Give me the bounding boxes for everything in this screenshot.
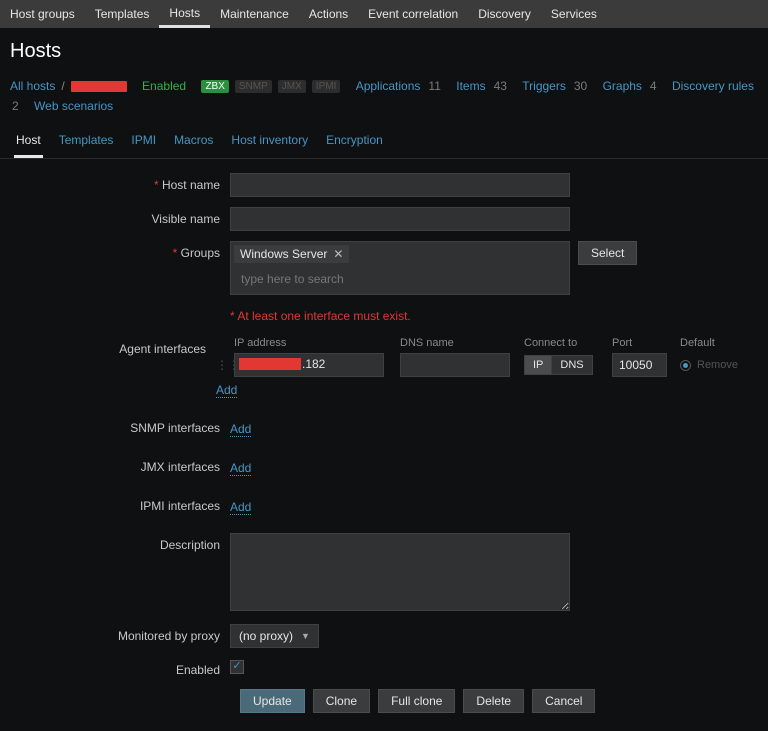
subtabs: Host Templates IPMI Macros Host inventor… [0, 123, 768, 159]
crumb-applications[interactable]: Applications [356, 79, 421, 93]
iface-head-port: Port [612, 337, 674, 349]
proxy-value: (no proxy) [239, 629, 293, 643]
update-button[interactable]: Update [240, 689, 305, 713]
tab-host[interactable]: Host [14, 129, 43, 158]
label-enabled: Enabled [10, 658, 230, 677]
groups-search-input[interactable] [235, 268, 555, 290]
iface-head-dns: DNS name [400, 337, 518, 349]
snmp-add-link[interactable]: Add [230, 422, 251, 437]
iface-ip-suffix: .182 [302, 357, 325, 371]
badge-snmp: SNMP [235, 80, 272, 93]
label-proxy: Monitored by proxy [10, 624, 230, 643]
crumb-items[interactable]: Items [456, 79, 485, 93]
nav-services[interactable]: Services [541, 0, 607, 28]
label-ipmi-interfaces: IPMI interfaces [10, 494, 230, 513]
enabled-checkbox[interactable] [230, 660, 244, 674]
group-tag: Windows Server ✕ [234, 245, 349, 263]
badge-zbx: ZBX [201, 80, 228, 93]
tab-macros[interactable]: Macros [172, 129, 215, 158]
crumb-discovery-rules-count: 2 [12, 99, 19, 113]
label-jmx-interfaces: JMX interfaces [10, 455, 230, 474]
crumb-discovery-rules[interactable]: Discovery rules [672, 79, 754, 93]
nav-discovery[interactable]: Discovery [468, 0, 541, 28]
tab-host-inventory[interactable]: Host inventory [229, 129, 310, 158]
label-description: Description [10, 533, 230, 552]
agent-add-link[interactable]: Add [216, 383, 237, 398]
cancel-button[interactable]: Cancel [532, 689, 595, 713]
iface-row: ⋮⋮ .182 IP DNS Remove [216, 353, 758, 377]
label-agent-interfaces: Agent interfaces [10, 337, 216, 356]
nav-maintenance[interactable]: Maintenance [210, 0, 299, 28]
iface-connect-ip[interactable]: IP [524, 355, 551, 375]
iface-connect-dns[interactable]: DNS [551, 355, 592, 375]
drag-handle-icon[interactable]: ⋮⋮ [216, 358, 228, 372]
iface-remove-link: Remove [697, 359, 738, 371]
delete-button[interactable]: Delete [463, 689, 524, 713]
page-title: Hosts [0, 28, 768, 75]
crumb-triggers-count: 30 [574, 79, 587, 93]
nav-event-correlation[interactable]: Event correlation [358, 0, 468, 28]
label-snmp-interfaces: SNMP interfaces [10, 416, 230, 435]
crumb-hostname-redacted[interactable] [71, 81, 127, 92]
ipmi-add-link[interactable]: Add [230, 500, 251, 515]
badge-ipmi: IPMI [312, 80, 341, 93]
visible-name-input[interactable] [230, 207, 570, 231]
group-tag-remove-icon[interactable]: ✕ [333, 247, 343, 261]
crumb-sep: / [61, 79, 64, 93]
iface-head-ip: IP address [234, 337, 394, 349]
nav-hosts[interactable]: Hosts [159, 0, 210, 28]
clone-button[interactable]: Clone [313, 689, 370, 713]
full-clone-button[interactable]: Full clone [378, 689, 455, 713]
group-tag-label: Windows Server [240, 247, 327, 261]
breadcrumb: All hosts / Enabled ZBX SNMP JMX IPMI Appl… [0, 75, 768, 123]
host-form: Host name Visible name Groups Windows Se… [0, 159, 768, 731]
tab-templates[interactable]: Templates [57, 129, 116, 158]
description-textarea[interactable] [230, 533, 570, 611]
groups-select-button[interactable]: Select [578, 241, 637, 265]
crumb-triggers[interactable]: Triggers [522, 79, 566, 93]
iface-dns-input[interactable] [400, 353, 510, 377]
crumb-items-count: 43 [494, 79, 507, 93]
badge-jmx: JMX [278, 80, 306, 93]
label-host-name: Host name [10, 173, 230, 192]
nav-host-groups[interactable]: Host groups [0, 0, 85, 28]
proxy-select[interactable]: (no proxy) ▼ [230, 624, 319, 648]
host-name-input[interactable] [230, 173, 570, 197]
tab-ipmi[interactable]: IPMI [129, 129, 158, 158]
top-nav: Host groups Templates Hosts Maintenance … [0, 0, 768, 28]
iface-head-connect: Connect to [524, 337, 606, 349]
label-visible-name: Visible name [10, 207, 230, 226]
iface-header: IP address DNS name Connect to Port Defa… [216, 337, 758, 349]
tab-encryption[interactable]: Encryption [324, 129, 385, 158]
crumb-enabled: Enabled [142, 79, 186, 93]
interface-warning: At least one interface must exist. [230, 309, 758, 323]
iface-connect-toggle: IP DNS [524, 355, 593, 375]
form-actions: Update Clone Full clone Delete Cancel [240, 689, 758, 713]
iface-default-radio[interactable] [680, 360, 691, 371]
caret-down-icon: ▼ [301, 631, 310, 641]
iface-port-input[interactable] [612, 353, 667, 377]
crumb-applications-count: 11 [428, 79, 440, 93]
crumb-graphs-count: 4 [650, 79, 657, 93]
nav-templates[interactable]: Templates [85, 0, 160, 28]
groups-tagbox[interactable]: Windows Server ✕ [230, 241, 570, 295]
crumb-graphs[interactable]: Graphs [603, 79, 642, 93]
crumb-all-hosts[interactable]: All hosts [10, 79, 55, 93]
jmx-add-link[interactable]: Add [230, 461, 251, 476]
crumb-web-scenarios[interactable]: Web scenarios [34, 99, 113, 113]
label-groups: Groups [10, 241, 230, 260]
iface-head-default: Default [680, 337, 758, 349]
nav-actions[interactable]: Actions [299, 0, 358, 28]
iface-ip-redacted [239, 358, 301, 370]
